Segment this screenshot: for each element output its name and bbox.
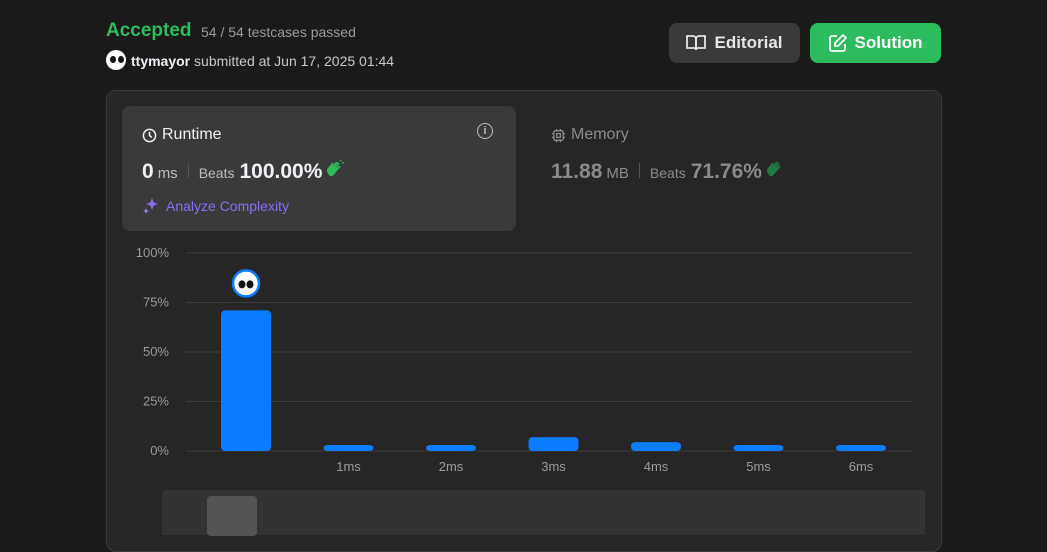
chart-bar [836,445,886,451]
chart-bar [733,445,784,451]
chart-bar [221,310,271,451]
chart-bar [323,445,374,451]
avatar-eye [238,280,246,289]
user-avatar-marker [231,269,261,298]
chart-bar [631,442,681,451]
y-tick-label: 25% [143,394,169,409]
avatar-eye [246,280,254,289]
chart-bar [528,437,579,451]
x-tick-label: 6ms [849,459,874,474]
x-tick-label: 2ms [439,459,464,474]
runtime-distribution-chart: 0% 25% 50% 75% 100% 1ms 2ms 3ms 4ms 5ms 6ms [136,245,912,474]
x-tick-label: 3ms [541,459,566,474]
x-tick-label: 1ms [336,459,361,474]
y-tick-label: 75% [143,295,169,310]
chart-scroll-thumb[interactable] [207,496,257,536]
chart-scroll-strip[interactable] [162,490,925,535]
y-tick-label: 100% [136,245,170,260]
x-tick-label: 5ms [746,459,771,474]
chart-bar [426,445,476,451]
x-tick-label: 4ms [644,459,669,474]
y-tick-label: 50% [143,344,169,359]
y-tick-label: 0% [150,443,169,458]
